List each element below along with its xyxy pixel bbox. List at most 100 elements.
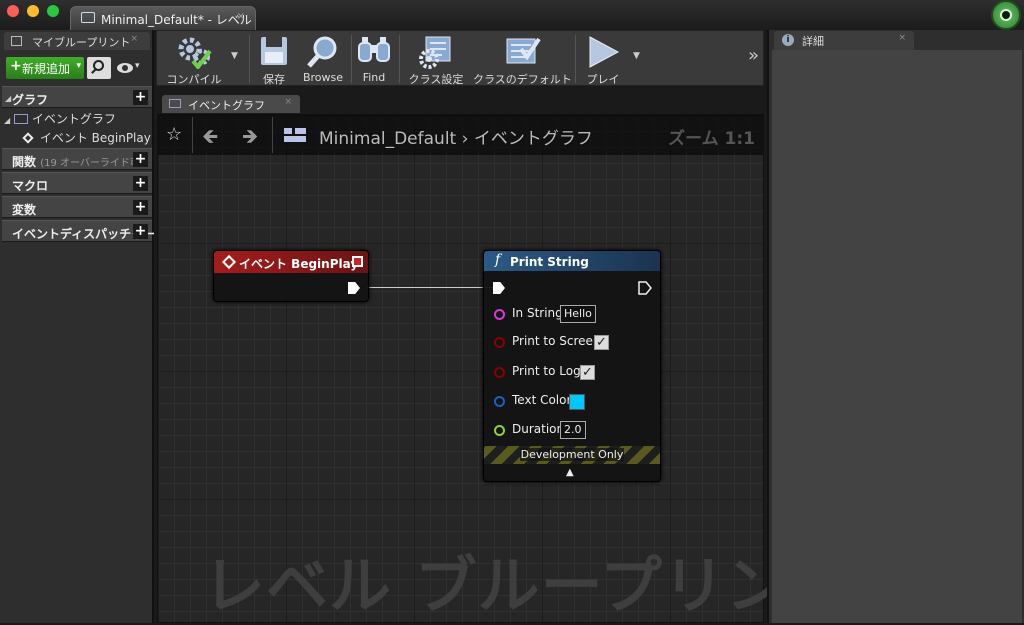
breadcrumb: Minimal_Default › イベントグラフ <box>319 124 593 149</box>
string-pin-icon[interactable] <box>494 309 505 320</box>
functions-section-label: 関数 (19 オーバーライド可 <box>12 155 140 169</box>
pin-label: In String <box>512 306 563 320</box>
expand-arrow-icon[interactable]: ◢ <box>4 116 10 125</box>
class-settings-button[interactable]: クラス設定 <box>403 35 469 86</box>
find-label: Find <box>362 71 386 84</box>
save-icon <box>261 37 287 65</box>
browse-button[interactable]: Browse <box>297 35 349 84</box>
bool-pin-icon[interactable] <box>494 367 505 378</box>
dispatchers-section-header[interactable]: イベントディスパッチャー + <box>2 220 155 242</box>
print-to-screen-checkbox[interactable]: ✓ <box>594 335 609 350</box>
back-arrow-icon[interactable]: 🡸 <box>202 122 218 156</box>
play-button[interactable]: プレイ <box>579 35 627 86</box>
class-defaults-button[interactable]: クラスのデフォルト <box>473 35 572 86</box>
compile-button[interactable]: コンパイル <box>161 35 227 86</box>
functions-override-count: (19 オーバーライド可 <box>40 158 140 169</box>
add-graph-button[interactable]: + <box>133 90 148 105</box>
breadcrumb-root[interactable]: Minimal_Default <box>319 129 456 149</box>
view-options-button[interactable]: ▾ <box>115 59 147 77</box>
print-to-log-checkbox[interactable]: ✓ <box>580 365 595 380</box>
exec-output-pin[interactable] <box>348 282 360 294</box>
add-function-button[interactable]: + <box>133 152 148 167</box>
delegate-pin-icon[interactable] <box>352 256 363 267</box>
play-options-button[interactable]: ▼ <box>629 35 647 83</box>
toolbar-overflow-button[interactable]: » <box>748 45 759 66</box>
print-string-node[interactable]: f Print String In String Hello Print to … <box>483 250 661 482</box>
graph-breadcrumb-bar: ☆ 🡸 🡺 Minimal_Default › イベントグラフ ズーム 1:1 <box>158 115 763 155</box>
blueprint-icon <box>81 12 95 23</box>
event-diamond-icon <box>22 132 34 144</box>
play-label: プレイ <box>586 73 620 86</box>
float-pin-icon[interactable] <box>494 425 505 436</box>
node-title: イベント BeginPlay <box>239 257 359 271</box>
details-body <box>772 50 1022 623</box>
window-maximize-button[interactable] <box>47 5 59 17</box>
document-tab[interactable]: Minimal_Default* - レベル × <box>70 6 256 30</box>
struct-pin-icon[interactable] <box>494 396 505 407</box>
add-dispatcher-button[interactable]: + <box>133 224 148 239</box>
duration-input[interactable]: 2.0 <box>560 421 586 439</box>
node-header: イベント BeginPlay <box>214 251 368 273</box>
search-button[interactable] <box>87 57 111 79</box>
add-macro-button[interactable]: + <box>133 176 148 191</box>
add-variable-button[interactable]: + <box>133 200 148 215</box>
save-button[interactable]: 保存 <box>253 35 295 86</box>
details-tab-close-button[interactable]: × <box>898 33 906 43</box>
chevron-down-icon: ▾ <box>135 61 140 71</box>
bool-pin-icon[interactable] <box>494 337 505 348</box>
event-graph-icon <box>169 99 181 108</box>
graphs-section-header[interactable]: ◢ グラフ + <box>2 86 152 108</box>
find-button[interactable]: Find <box>353 35 395 84</box>
graphs-section-label: グラフ <box>12 93 49 107</box>
star-icon[interactable]: ☆ <box>166 124 182 145</box>
event-graph-tab[interactable]: イベントグラフ × <box>162 95 300 113</box>
my-blueprint-tab[interactable]: マイブループリント × <box>4 32 150 50</box>
text-color-swatch[interactable] <box>569 394 585 410</box>
document-tab-close-button[interactable]: × <box>237 11 245 22</box>
binoculars-icon <box>358 37 390 62</box>
details-panel: i 詳細 × <box>767 30 1024 623</box>
event-graph-tab-close-button[interactable]: × <box>284 97 292 107</box>
expand-arrow-icon[interactable]: ◢ <box>5 94 11 103</box>
tree-item-label: イベントグラフ <box>31 112 116 126</box>
tree-item-event-graph[interactable]: ◢ イベントグラフ <box>4 110 116 127</box>
macros-section-header[interactable]: マクロ + <box>2 172 152 194</box>
plus-icon: + <box>10 58 22 74</box>
chevron-down-icon: ▼ <box>231 51 238 61</box>
tree-item-begin-play[interactable]: イベント BeginPlay <box>22 129 151 146</box>
my-blueprint-tab-close-button[interactable]: × <box>130 34 138 44</box>
development-only-label: Development Only <box>520 448 624 461</box>
exec-output-pin[interactable] <box>638 281 652 295</box>
tree-item-label: イベント BeginPlay <box>39 131 151 145</box>
window-close-button[interactable] <box>7 5 19 17</box>
compile-label: コンパイル <box>166 73 222 86</box>
pin-label: Print to Screen <box>512 334 601 348</box>
pin-label: Text Color <box>512 393 572 407</box>
class-defaults-icon <box>506 37 541 64</box>
advanced-expand-arrow-icon[interactable]: ▲ <box>566 467 574 478</box>
details-tab[interactable]: i 詳細 × <box>774 31 914 50</box>
unreal-logo-icon <box>991 0 1021 30</box>
functions-section-header[interactable]: 関数 (19 オーバーライド可 + <box>2 148 152 170</box>
forward-arrow-icon[interactable]: 🡺 <box>242 122 258 156</box>
development-only-banner: Development Only <box>484 446 660 464</box>
window-minimize-button[interactable] <box>27 5 39 17</box>
class-defaults-label: クラスのデフォルト <box>473 73 572 86</box>
exec-wire[interactable] <box>367 287 493 288</box>
event-diamond-icon <box>221 254 237 270</box>
document-tab-label: Minimal_Default* - レベル <box>101 13 252 27</box>
save-label: 保存 <box>263 73 285 86</box>
class-settings-label: クラス設定 <box>408 73 464 86</box>
compile-options-button[interactable]: ▼ <box>227 35 245 83</box>
event-graph-icon <box>13 114 28 124</box>
node-title: Print String <box>510 255 589 269</box>
level-blueprint-watermark: レベル ブループリント <box>203 549 852 622</box>
chevron-down-icon: ▼ <box>633 51 640 61</box>
begin-play-node[interactable]: イベント BeginPlay <box>213 250 369 302</box>
in-string-input[interactable]: Hello <box>560 305 596 323</box>
variables-section-header[interactable]: 変数 + <box>2 196 152 218</box>
graph-canvas[interactable]: ☆ 🡸 🡺 Minimal_Default › イベントグラフ ズーム 1:1 … <box>157 114 851 623</box>
add-new-button[interactable]: + 新規追加 ▾ <box>6 57 84 79</box>
exec-input-pin[interactable] <box>493 282 505 294</box>
event-graph-tab-label: イベントグラフ <box>188 99 265 112</box>
